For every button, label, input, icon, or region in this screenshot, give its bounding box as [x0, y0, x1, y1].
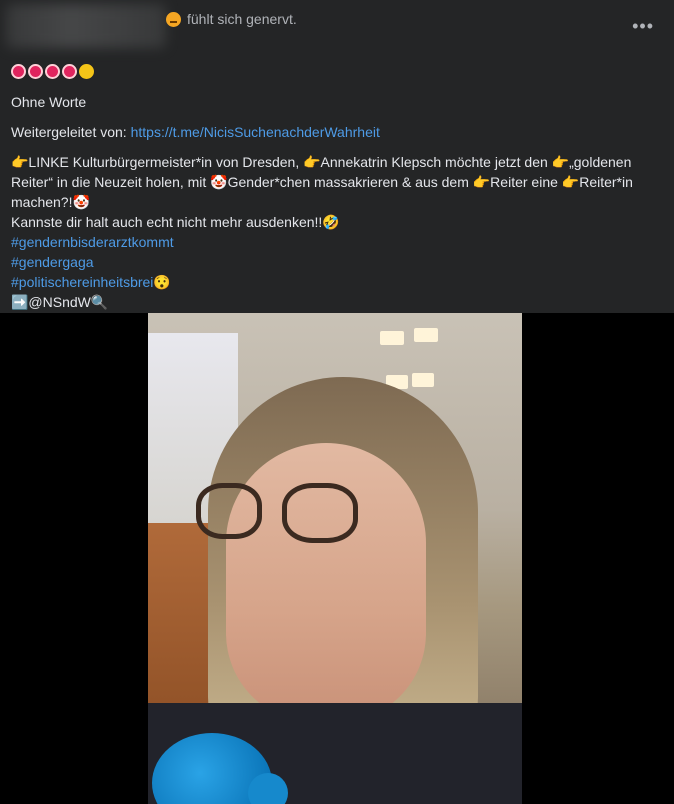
blurred-author	[6, 4, 166, 48]
forward-link[interactable]: https://t.me/NicisSuchenachderWahrheit	[131, 124, 380, 140]
feeling-status: fühlt sich genervt.	[166, 11, 297, 27]
glasses	[196, 483, 396, 543]
feeling-text: fühlt sich genervt.	[187, 11, 297, 27]
post-paragraph-2: Kannste dir halt auch echt nicht mehr au…	[11, 214, 340, 230]
emoji-line	[11, 60, 666, 82]
hashtag-link[interactable]: #gendergaga	[11, 252, 666, 272]
alarm-clock-icon	[28, 63, 43, 79]
angry-face-icon	[166, 11, 181, 27]
post-paragraph: 👉LINKE Kulturbürgermeister*in von Dresde…	[11, 154, 633, 210]
post-card: fühlt sich genervt. ••• Ohne Worte Weite…	[0, 0, 674, 804]
video-frame	[148, 313, 522, 804]
alarm-clock-icon	[11, 63, 26, 79]
post-line-ohne-worte: Ohne Worte	[11, 94, 87, 110]
alarm-clock-icon	[45, 63, 60, 79]
alarm-clock-icon	[62, 63, 77, 79]
mention: ➡️@NSndW🔍	[11, 294, 109, 310]
more-options-button[interactable]: •••	[632, 16, 654, 37]
forwarded-label: Weitergeleitet von:	[11, 124, 131, 140]
flushed-face-icon	[79, 63, 94, 79]
hashtag-link[interactable]: #politischereinheitsbrei😯	[11, 272, 666, 292]
video-player[interactable]	[0, 313, 674, 804]
forwarded-from: Weitergeleitet von: https://t.me/NicisSu…	[11, 122, 666, 142]
hashtag-link[interactable]: #gendernbisderarztkommt	[11, 232, 666, 252]
post-body: Ohne Worte Weitergeleitet von: https://t…	[11, 60, 666, 312]
post-header: fühlt sich genervt. •••	[0, 0, 674, 56]
